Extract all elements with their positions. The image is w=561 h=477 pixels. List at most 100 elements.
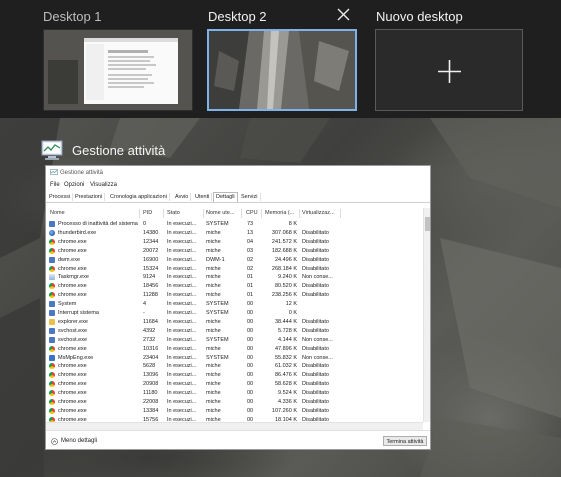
window-icon — [49, 256, 55, 263]
column-header-name[interactable]: Nome — [50, 210, 65, 216]
table-cell: SYSTEM — [206, 336, 229, 343]
column-header-username[interactable]: Nome ute... — [206, 210, 234, 216]
table-cell: 58.628 K — [274, 381, 297, 388]
table-cell: 12344 — [143, 238, 159, 245]
task-manager-icon — [41, 140, 63, 160]
column-header-status[interactable]: Stato — [167, 210, 180, 216]
table-row[interactable]: chrome.exe 20072 In esecuzi... miche 03 182.6… — [46, 247, 423, 256]
tab-users[interactable]: Utenti — [193, 193, 213, 201]
desktop-1-thumbnail[interactable] — [43, 29, 193, 111]
plus-icon[interactable] — [437, 59, 462, 84]
table-row[interactable]: explorer.exe 11684 In esecuzi... miche 00 38.… — [46, 318, 423, 327]
table-cell: chrome.exe — [58, 247, 87, 254]
table-cell: miche — [206, 229, 221, 236]
table-cell: chrome.exe — [58, 345, 87, 352]
table-cell: 24.496 K — [274, 256, 297, 263]
horizontal-scrollbar[interactable] — [46, 422, 423, 430]
table-cell: Taskmgr.exe — [58, 274, 89, 281]
tab-startup[interactable]: Avvio — [173, 193, 192, 201]
close-icon[interactable] — [335, 6, 352, 23]
fewer-details-link[interactable]: Meno dettagli — [61, 438, 97, 444]
tab-performance[interactable]: Prestazioni — [73, 193, 106, 201]
table-cell: In esecuzi... — [167, 292, 197, 299]
table-row[interactable]: Interrupt sistema - In esecuzi... SYSTEM 00 0… — [46, 309, 423, 318]
table-cell: MsMpEng.exe — [58, 354, 94, 361]
table-row[interactable]: MsMpEng.exe 23404 In esecuzi... SYSTEM 00 55.… — [46, 354, 423, 363]
table-cell: Disabilitato — [302, 292, 329, 299]
task-manager-window[interactable]: Gestione attività File Opzioni Visualizz… — [45, 165, 431, 450]
table-cell: Disabilitato — [302, 363, 329, 370]
table-row[interactable]: svchost.exe 2732 In esecuzi... SYSTEM 00 4.14… — [46, 336, 423, 345]
table-cell: miche — [206, 265, 221, 272]
table-cell: 80.520 K — [274, 283, 297, 290]
table-cell: 23404 — [143, 354, 159, 361]
table-row[interactable]: Processo di inattività del sistema 0 In es… — [46, 220, 423, 229]
menu-file[interactable]: File — [50, 182, 60, 188]
table-row[interactable]: System 4 In esecuzi... SYSTEM 00 12 K — [46, 300, 423, 309]
desktop-2-thumbnail[interactable] — [207, 29, 357, 111]
end-task-button[interactable]: Termina attività — [383, 436, 427, 446]
table-row[interactable]: dwm.exe 16900 In esecuzi... DWM-1 02 24.496 K… — [46, 256, 423, 265]
chrome-icon — [49, 407, 55, 414]
table-cell: 00 — [247, 345, 254, 352]
scrollbar-thumb[interactable] — [425, 217, 430, 231]
table-row[interactable]: thunderbird.exe 14380 In esecuzi... miche 13… — [46, 229, 423, 238]
table-cell: miche — [206, 372, 221, 379]
table-row[interactable]: chrome.exe 12344 In esecuzi... miche 04 241.5… — [46, 238, 423, 247]
table-cell: 55.832 K — [274, 354, 297, 361]
table-cell: System — [58, 301, 77, 308]
table-row[interactable]: chrome.exe 13096 In esecuzi... miche 00 86.47… — [46, 371, 423, 380]
table-row[interactable]: chrome.exe 11288 In esecuzi... miche 01 238.2… — [46, 291, 423, 300]
window-icon — [49, 327, 55, 334]
table-cell: 86.476 K — [274, 372, 297, 379]
table-row[interactable]: chrome.exe 22008 In esecuzi... miche 00 4.336… — [46, 398, 423, 407]
table-cell: 11180 — [143, 390, 158, 397]
desktop-2-label[interactable]: Desktop 2 — [208, 9, 267, 24]
table-cell: Disabilitato — [302, 399, 329, 405]
table-cell: 20072 — [143, 247, 159, 254]
chevron-up-icon[interactable] — [51, 438, 58, 445]
table-cell: thunderbird.exe — [58, 229, 97, 236]
column-header-cpu[interactable]: CPU — [246, 210, 258, 216]
folder-icon — [49, 318, 55, 325]
table-cell: 0 K — [288, 310, 297, 316]
table-row[interactable]: chrome.exe 10316 In esecuzi... miche 00 47.89… — [46, 345, 423, 354]
table-row[interactable]: chrome.exe 11180 In esecuzi... miche 00 9.524… — [46, 389, 423, 398]
table-cell: miche — [206, 274, 221, 281]
table-cell: In esecuzi... — [167, 247, 197, 254]
table-cell: In esecuzi... — [167, 354, 197, 361]
table-row[interactable]: chrome.exe 20908 In esecuzi... miche 00 58.62… — [46, 380, 423, 389]
table-cell: 02 — [247, 256, 254, 263]
table-cell: 5.728 K — [278, 327, 297, 334]
tab-app-history[interactable]: Cronologia applicazioni — [108, 193, 170, 201]
table-row[interactable]: svchost.exe 4392 In esecuzi... miche 00 5.728… — [46, 327, 423, 336]
table-cell: Disabilitato — [302, 229, 329, 236]
new-desktop-label[interactable]: Nuovo desktop — [376, 9, 463, 24]
vertical-scrollbar[interactable] — [423, 208, 430, 422]
column-header-virtualization[interactable]: Virtualizzaz... — [302, 210, 335, 216]
column-header-pid[interactable]: PID — [143, 210, 152, 216]
table-cell: 13096 — [143, 372, 159, 379]
table-cell: In esecuzi... — [167, 283, 197, 290]
tab-processes[interactable]: Processi — [47, 193, 74, 201]
table-row[interactable]: Taskmgr.exe 9124 In esecuzi... miche 01 9.240… — [46, 273, 423, 282]
table-cell: Disabilitato — [302, 283, 329, 290]
table-cell: Disabilitato — [302, 318, 329, 325]
menu-view[interactable]: Visualizza — [90, 182, 117, 188]
table-row[interactable]: chrome.exe 15324 In esecuzi... miche 02 268.1… — [46, 265, 423, 274]
table-cell: explorer.exe — [58, 318, 88, 325]
column-header-memory[interactable]: Memoria (... — [265, 210, 294, 216]
menu-options[interactable]: Opzioni — [64, 182, 84, 188]
table-cell: miche — [206, 327, 221, 334]
desktop-1-label[interactable]: Desktop 1 — [43, 9, 102, 24]
chrome-icon — [49, 363, 55, 370]
table-cell: 01 — [247, 274, 254, 281]
tab-services[interactable]: Servizi — [239, 193, 261, 201]
tab-details[interactable]: Dettagli — [213, 192, 238, 202]
table-row[interactable]: chrome.exe 18456 In esecuzi... miche 01 80.52… — [46, 282, 423, 291]
process-table[interactable]: Processo di inattività del sistema 0 In es… — [46, 220, 423, 422]
table-cell: 61.032 K — [274, 363, 297, 370]
window-caption[interactable]: Gestione attività — [72, 143, 165, 158]
table-row[interactable]: chrome.exe 5628 In esecuzi... miche 00 61.032… — [46, 362, 423, 371]
table-row[interactable]: chrome.exe 13384 In esecuzi... miche 00 107.2… — [46, 407, 423, 416]
